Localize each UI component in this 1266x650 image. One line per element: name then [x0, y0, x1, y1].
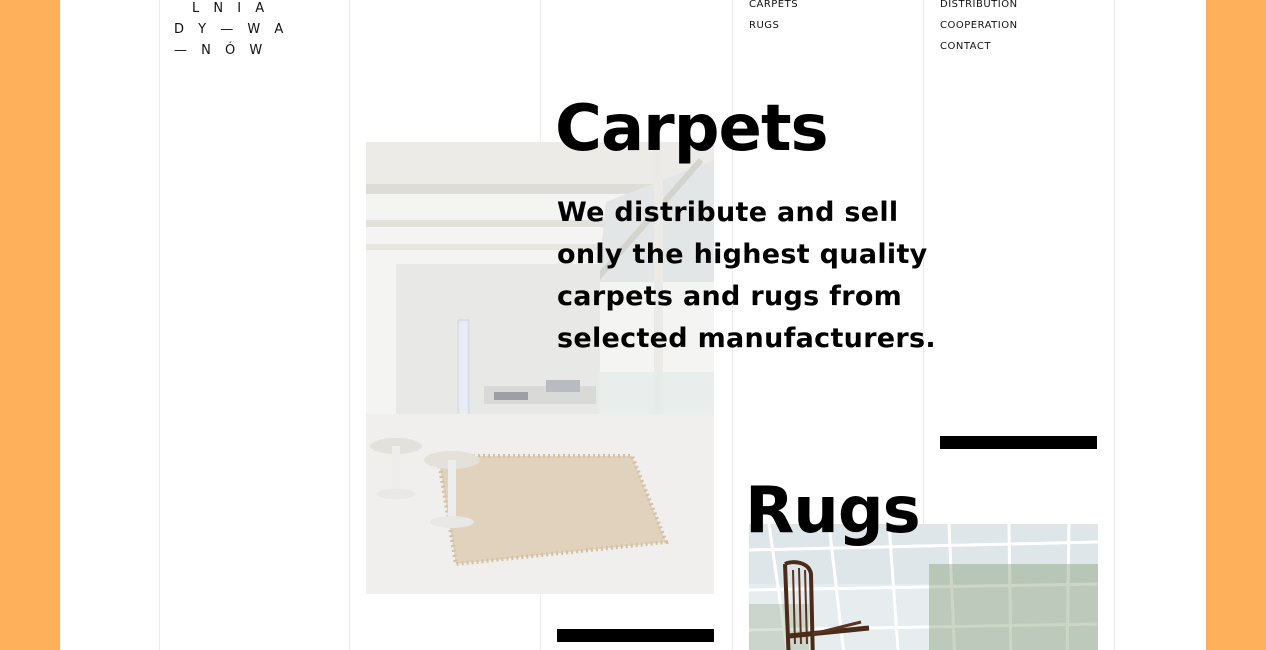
- carpets-heading: Carpets: [555, 92, 829, 166]
- rugs-heading: Rugs: [745, 474, 921, 548]
- logo-line-3: — N Ó W: [174, 43, 268, 58]
- section-divider-bar: [557, 629, 714, 642]
- nav-link-rugs[interactable]: RUGS: [749, 15, 798, 36]
- nav-products: CARPETS RUGS: [749, 0, 798, 36]
- nav-link-distribution[interactable]: DISTRIBUTION: [940, 0, 1018, 15]
- section-divider-bar: [940, 436, 1097, 449]
- logo-line-1: L N I A: [192, 1, 270, 16]
- page-canvas: L N I A D Y — W A — N Ó W CARPETS RUGS D…: [60, 0, 1206, 650]
- nav-link-cooperation[interactable]: COOPERATION: [940, 15, 1018, 36]
- brand-logo[interactable]: L N I A D Y — W A — N Ó W: [174, 0, 284, 61]
- grid-line: [159, 0, 160, 650]
- logo-line-2: D Y — W A: [174, 22, 289, 37]
- nav-link-contact[interactable]: CONTACT: [940, 36, 1018, 57]
- nav-company: DISTRIBUTION COOPERATION CONTACT: [940, 0, 1018, 57]
- carpets-intro-text: We distribute and sell only the highest …: [557, 197, 936, 354]
- grid-line: [349, 0, 350, 650]
- grid-line: [1114, 0, 1115, 650]
- nav-link-carpets[interactable]: CARPETS: [749, 0, 798, 15]
